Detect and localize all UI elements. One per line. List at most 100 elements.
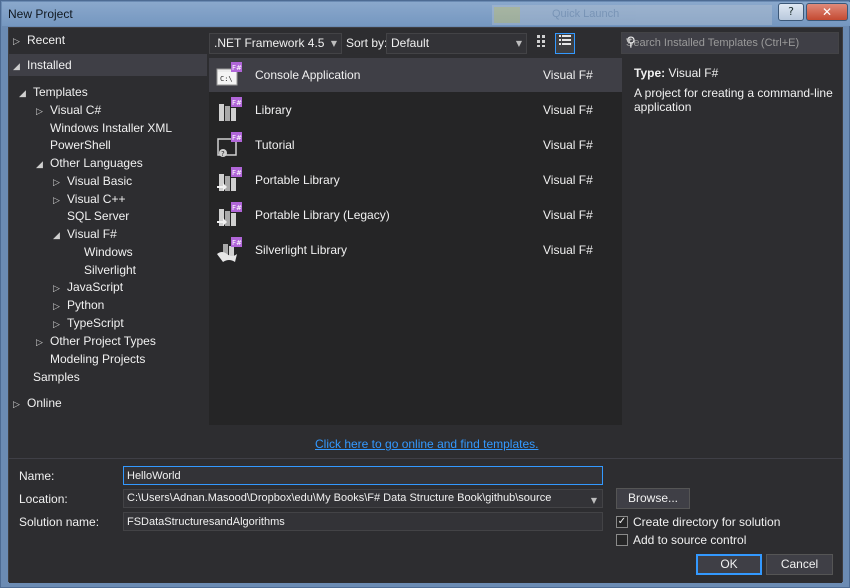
- template-item-library[interactable]: F# Library Visual F#: [209, 93, 622, 127]
- name-label: Name:: [19, 469, 55, 483]
- solution-name-label: Solution name:: [19, 515, 100, 529]
- template-language: Visual F#: [543, 243, 593, 257]
- template-name: Console Application: [255, 68, 361, 82]
- project-name-field[interactable]: [123, 466, 603, 485]
- create-directory-label: Create directory for solution: [633, 515, 781, 529]
- type-value: Visual F#: [668, 66, 719, 80]
- tree-item-silverlight[interactable]: Silverlight: [84, 261, 136, 279]
- tree-item-recent[interactable]: ▷ Recent: [13, 31, 65, 49]
- tree-item-modeling-projects[interactable]: Modeling Projects: [50, 350, 145, 368]
- type-label: Type:: [634, 66, 666, 80]
- browse-button[interactable]: Browse...: [616, 488, 690, 509]
- project-details-form: Name: Location: C:\Users\Adnan.Masood\Dr…: [9, 458, 842, 583]
- title-bar[interactable]: Quick Launch New Project ? ✕: [2, 2, 850, 26]
- tree-item-samples[interactable]: Samples: [33, 368, 80, 386]
- tree-item-installed[interactable]: ◢ Installed: [9, 54, 207, 76]
- template-language: Visual F#: [543, 68, 593, 82]
- tree-item-python[interactable]: ▷ Python: [53, 296, 104, 314]
- solution-name-field[interactable]: [123, 512, 603, 531]
- checkmark-icon[interactable]: ✓: [616, 516, 628, 528]
- tree-item-windows-installer-xml[interactable]: Windows Installer XML: [50, 119, 172, 137]
- online-templates-link[interactable]: Click here to go online and find templat…: [315, 437, 538, 451]
- library-icon: F#: [219, 97, 242, 121]
- background-quick-launch: Quick Launch: [552, 8, 620, 20]
- new-project-dialog: Quick Launch New Project ? ✕ ▷ Recent ◢ In…: [0, 0, 850, 588]
- dialog-client-area: ▷ Recent ◢ Installed ◢ Templates ▷ Visual C#…: [8, 27, 843, 583]
- template-name: Library: [255, 103, 292, 117]
- chevron-down-icon[interactable]: ▼: [626, 37, 836, 45]
- template-language: Visual F#: [543, 138, 593, 152]
- framework-select[interactable]: .NET Framework 4.5 ▼: [209, 33, 342, 54]
- tutorial-icon: ? F#: [217, 132, 242, 158]
- template-item-tutorial[interactable]: ? F# Tutorial Visual F#: [209, 128, 622, 162]
- tree-item-typescript[interactable]: ▷ TypeScript: [53, 314, 124, 332]
- source-control-label: Add to source control: [633, 533, 747, 547]
- collapse-arrow-icon[interactable]: ◢: [13, 56, 27, 78]
- location-value: C:\Users\Adnan.Masood\Dropbox\edu\My Boo…: [127, 492, 552, 504]
- small-icons-view-icon: [537, 35, 545, 47]
- template-list: C:\ F# Console Application Visual F# F# L…: [209, 58, 622, 425]
- svg-text:C:\: C:\: [220, 75, 233, 83]
- chevron-down-icon: ▼: [515, 39, 522, 48]
- svg-text:F#: F#: [232, 99, 242, 107]
- tree-item-other-project-types[interactable]: ▷ Other Project Types: [36, 332, 156, 350]
- template-item-portable-library[interactable]: F# Portable Library Visual F#: [209, 163, 622, 197]
- expand-arrow-icon[interactable]: ▷: [13, 33, 27, 51]
- template-item-silverlight-library[interactable]: F# Silverlight Library Visual F#: [209, 233, 622, 267]
- portable-library-legacy-icon: F#: [217, 202, 242, 226]
- small-icons-view-button[interactable]: [533, 33, 553, 54]
- template-name: Silverlight Library: [255, 243, 348, 257]
- tree-item-javascript[interactable]: ▷ JavaScript: [53, 278, 123, 296]
- tree-item-visual-basic[interactable]: ▷ Visual Basic: [53, 172, 132, 190]
- svg-text:F#: F#: [232, 169, 242, 177]
- expand-arrow-icon[interactable]: ▷: [36, 334, 50, 352]
- silverlight-library-icon: F#: [217, 237, 242, 262]
- close-button[interactable]: ✕: [806, 3, 848, 21]
- tree-item-windows[interactable]: Windows: [84, 243, 133, 261]
- tree-item-other-languages[interactable]: ◢ Other Languages: [36, 154, 143, 172]
- collapse-arrow-icon[interactable]: ◢: [53, 227, 67, 245]
- template-language: Visual F#: [543, 103, 593, 117]
- location-label: Location:: [19, 492, 68, 506]
- background-window-strip: Quick Launch: [492, 5, 772, 25]
- tree-item-online[interactable]: ▷ Online: [13, 394, 62, 412]
- template-name: Tutorial: [255, 138, 295, 152]
- template-item-console-application[interactable]: C:\ F# Console Application Visual F#: [209, 58, 622, 92]
- search-templates-input[interactable]: Search Installed Templates (Ctrl+E) ⚲ ▼: [621, 32, 839, 54]
- collapse-arrow-icon[interactable]: ◢: [36, 156, 50, 174]
- template-type-line: Type: Visual F#: [634, 66, 718, 80]
- background-flag: [494, 7, 520, 23]
- dialog-title: New Project: [8, 7, 73, 21]
- svg-text:F#: F#: [232, 134, 242, 142]
- tree-item-visual-csharp[interactable]: ▷ Visual C#: [36, 101, 101, 119]
- expand-arrow-icon[interactable]: ▷: [53, 192, 67, 210]
- template-item-portable-library-legacy[interactable]: F# Portable Library (Legacy) Visual F#: [209, 198, 622, 232]
- cancel-button[interactable]: Cancel: [766, 554, 833, 575]
- console-app-icon: C:\ F#: [216, 62, 242, 86]
- ok-button[interactable]: OK: [696, 554, 762, 575]
- chevron-down-icon[interactable]: ▼: [591, 492, 597, 507]
- collapse-arrow-icon[interactable]: ◢: [19, 85, 33, 103]
- tree-item-templates[interactable]: ◢ Templates: [19, 83, 88, 101]
- tree-item-visual-cpp[interactable]: ▷ Visual C++: [53, 190, 125, 208]
- tree-item-powershell[interactable]: PowerShell: [50, 136, 111, 154]
- sort-by-label: Sort by:: [346, 36, 388, 50]
- svg-text:F#: F#: [232, 204, 242, 212]
- svg-text:F#: F#: [232, 239, 242, 247]
- sort-select[interactable]: Default ▼: [386, 33, 527, 54]
- template-description: A project for creating a command-line ap…: [634, 86, 833, 114]
- tree-item-sql-server[interactable]: SQL Server: [67, 207, 129, 225]
- template-language: Visual F#: [543, 208, 593, 222]
- template-language: Visual F#: [543, 173, 593, 187]
- expand-arrow-icon[interactable]: ▷: [36, 103, 50, 121]
- expand-arrow-icon[interactable]: ▷: [13, 396, 27, 414]
- svg-text:F#: F#: [232, 64, 242, 72]
- help-button[interactable]: ?: [778, 3, 804, 21]
- location-combo[interactable]: C:\Users\Adnan.Masood\Dropbox\edu\My Boo…: [123, 489, 603, 508]
- tree-item-visual-fsharp[interactable]: ◢ Visual F#: [53, 225, 117, 243]
- list-view-button[interactable]: [555, 33, 575, 54]
- template-toolbar: .NET Framework 4.5 ▼ Sort by: Default ▼: [209, 33, 641, 55]
- chevron-down-icon: ▼: [330, 39, 337, 48]
- checkbox-box[interactable]: [616, 534, 628, 546]
- portable-library-icon: F#: [217, 167, 242, 191]
